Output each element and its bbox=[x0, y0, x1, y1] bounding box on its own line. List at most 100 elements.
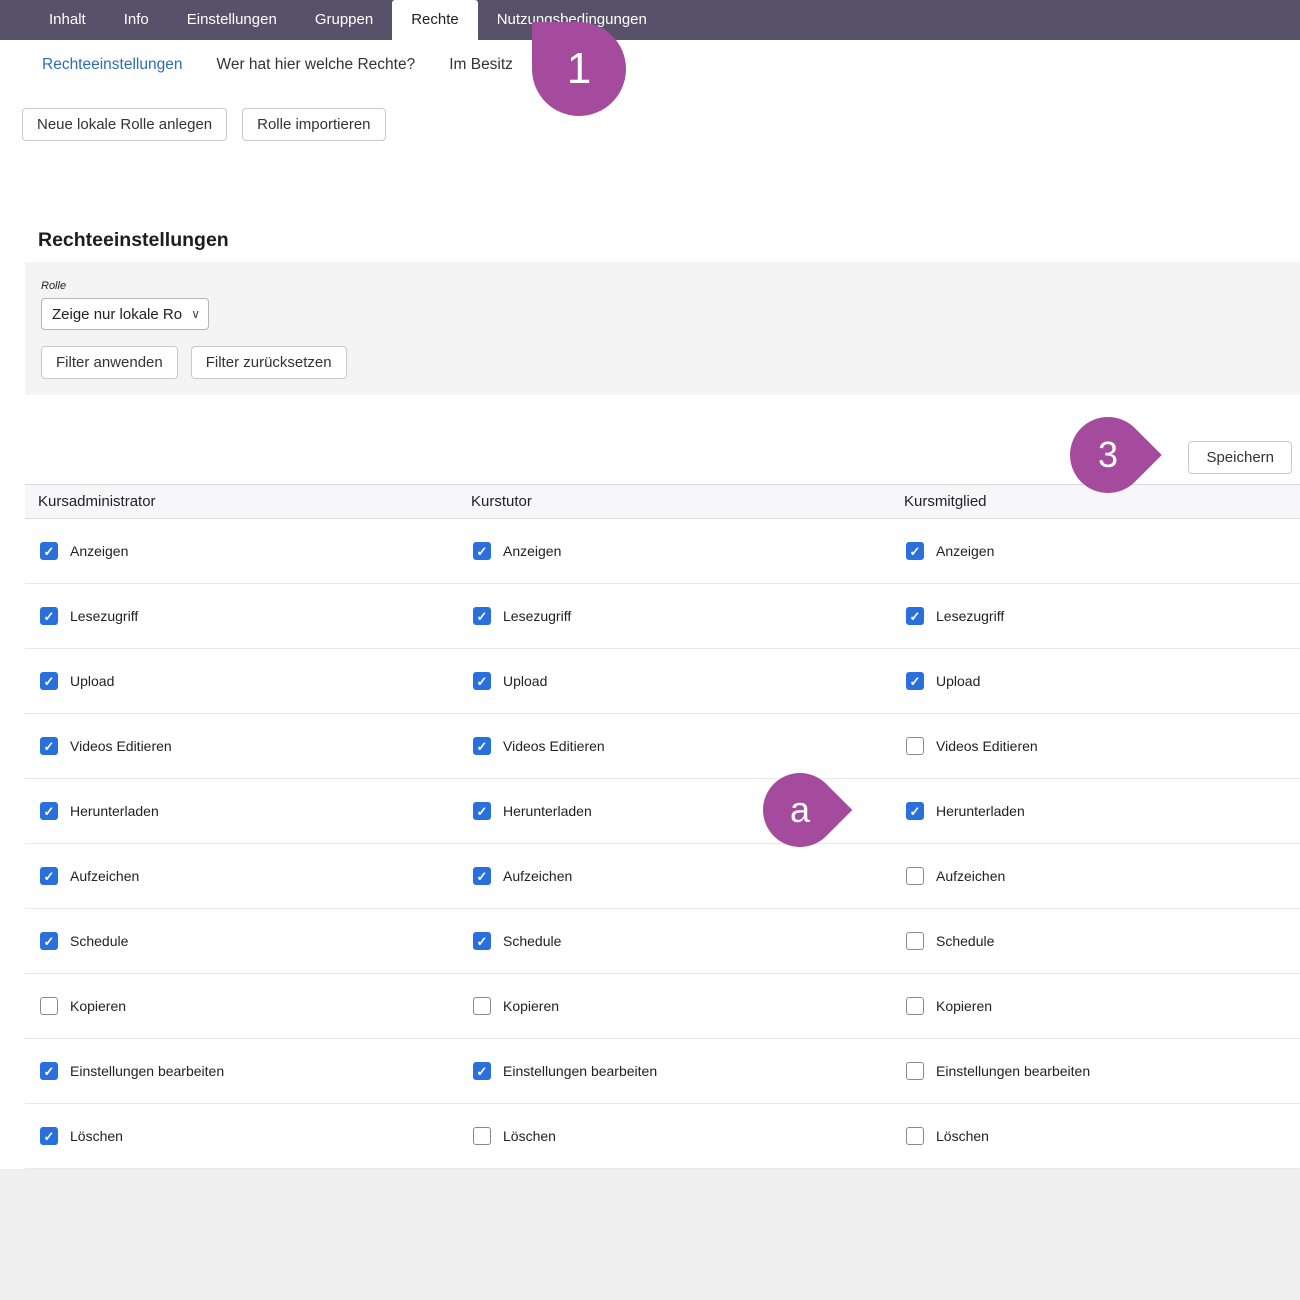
checkbox-einstellungen-bearbeiten-kurstutor[interactable]: ✓ bbox=[473, 1062, 491, 1080]
permission-row-aufzeichen: ✓Aufzeichen✓AufzeichenAufzeichen bbox=[25, 844, 1300, 909]
permission-row-schedule: ✓Schedule✓ScheduleSchedule bbox=[25, 909, 1300, 974]
save-button[interactable]: Speichern bbox=[1188, 441, 1292, 474]
permission-cell: ✓ Upload bbox=[40, 672, 473, 690]
checkbox-videos-editieren-kursmitglied[interactable] bbox=[906, 737, 924, 755]
permission-label: Kopieren bbox=[936, 998, 992, 1014]
permission-cell: ✓ Videos Editieren bbox=[40, 737, 473, 755]
subnav-im-besitz[interactable]: Im Besitz bbox=[449, 56, 513, 80]
permission-cell: ✓Schedule bbox=[473, 932, 906, 950]
tab-inhalt[interactable]: Inhalt bbox=[30, 0, 105, 40]
permission-cell: ✓ Videos Editieren bbox=[473, 737, 906, 755]
permission-row-upload: ✓ Upload ✓ Upload ✓ Upload bbox=[25, 649, 1300, 714]
permission-label: Löschen bbox=[503, 1128, 556, 1144]
checkbox-herunterladen-kurstutor[interactable]: ✓ bbox=[473, 802, 491, 820]
permission-label: Herunterladen bbox=[70, 803, 159, 819]
permission-label: Videos Editieren bbox=[503, 738, 605, 754]
permission-label: Lesezugriff bbox=[503, 608, 571, 624]
permission-cell: Schedule bbox=[906, 932, 1300, 950]
checkbox-schedule-kurstutor[interactable]: ✓ bbox=[473, 932, 491, 950]
checkbox-aufzeichen-kursadministrator[interactable]: ✓ bbox=[40, 867, 58, 885]
annotation-step-1: 1 bbox=[532, 22, 626, 116]
permission-label: Upload bbox=[70, 673, 114, 689]
permission-cell: ✓Lesezugriff bbox=[906, 607, 1300, 625]
permission-label: Anzeigen bbox=[503, 543, 561, 559]
filter-reset-button[interactable]: Filter zurücksetzen bbox=[191, 346, 347, 379]
checkbox-lesezugriff-kursadministrator[interactable]: ✓ bbox=[40, 607, 58, 625]
tab-info[interactable]: Info bbox=[105, 0, 168, 40]
checkbox-anzeigen-kursmitglied[interactable]: ✓ bbox=[906, 542, 924, 560]
permission-cell: ✓Anzeigen bbox=[40, 542, 473, 560]
permission-cell: Einstellungen bearbeiten bbox=[906, 1062, 1300, 1080]
checkbox-kopieren-kursadministrator[interactable] bbox=[40, 997, 58, 1015]
permission-cell: Kopieren bbox=[906, 997, 1300, 1015]
permission-label: Lesezugriff bbox=[70, 608, 138, 624]
tab-rechte[interactable]: Rechte bbox=[392, 0, 478, 40]
checkbox-kopieren-kurstutor[interactable] bbox=[473, 997, 491, 1015]
page-title: Rechteeinstellungen bbox=[38, 229, 1300, 252]
column-header-kursadministrator: Kursadministrator bbox=[38, 493, 471, 510]
checkbox-anzeigen-kurstutor[interactable]: ✓ bbox=[473, 542, 491, 560]
new-local-role-button[interactable]: Neue lokale Rolle anlegen bbox=[22, 108, 227, 141]
checkbox-aufzeichen-kurstutor[interactable]: ✓ bbox=[473, 867, 491, 885]
checkbox-lesezugriff-kurstutor[interactable]: ✓ bbox=[473, 607, 491, 625]
subnav-wer-hat-hier-welche-rechte[interactable]: Wer hat hier welche Rechte? bbox=[216, 56, 415, 80]
checkbox-anzeigen-kursadministrator[interactable]: ✓ bbox=[40, 542, 58, 560]
footer-background bbox=[0, 1169, 1300, 1300]
checkbox-einstellungen-bearbeiten-kursmitglied[interactable] bbox=[906, 1062, 924, 1080]
permission-cell: ✓ Aufzeichen bbox=[40, 867, 473, 885]
permission-label: Löschen bbox=[70, 1128, 123, 1144]
checkbox-herunterladen-kursmitglied[interactable]: ✓ bbox=[906, 802, 924, 820]
permission-cell: ✓Anzeigen bbox=[906, 542, 1300, 560]
chevron-down-icon: ∨ bbox=[191, 307, 200, 321]
checkbox-videos-editieren-kursadministrator[interactable]: ✓ bbox=[40, 737, 58, 755]
permission-label: Aufzeichen bbox=[70, 868, 139, 884]
checkbox-upload-kursadministrator[interactable]: ✓ bbox=[40, 672, 58, 690]
annotation-step-3-label: 3 bbox=[1098, 434, 1118, 476]
annotation-step-1-label: 1 bbox=[567, 44, 591, 94]
filter-apply-button[interactable]: Filter anwenden bbox=[41, 346, 178, 379]
sub-navigation: Rechteeinstellungen Wer hat hier welche R… bbox=[0, 40, 1300, 80]
role-select[interactable]: Zeige nur lokale Ro ∨ bbox=[41, 298, 209, 330]
checkbox-videos-editieren-kurstutor[interactable]: ✓ bbox=[473, 737, 491, 755]
checkbox-löschen-kurstutor[interactable] bbox=[473, 1127, 491, 1145]
permission-cell: Aufzeichen bbox=[906, 867, 1300, 885]
permission-row-löschen: ✓ Löschen Löschen Löschen bbox=[25, 1104, 1300, 1169]
permission-cell: ✓Einstellungen bearbeiten bbox=[473, 1062, 906, 1080]
permission-row-kopieren: KopierenKopierenKopieren bbox=[25, 974, 1300, 1039]
permission-row-videos-editieren: ✓ Videos Editieren ✓ Videos Editieren Videos… bbox=[25, 714, 1300, 779]
top-navigation: InhaltInfoEinstellungenGruppenRechteNutz… bbox=[0, 0, 1300, 40]
tab-einstellungen[interactable]: Einstellungen bbox=[168, 0, 296, 40]
checkbox-schedule-kursmitglied[interactable] bbox=[906, 932, 924, 950]
checkbox-upload-kursmitglied[interactable]: ✓ bbox=[906, 672, 924, 690]
filter-buttons: Filter anwenden Filter zurücksetzen bbox=[41, 346, 1284, 379]
permission-cell: Kopieren bbox=[40, 997, 473, 1015]
checkbox-einstellungen-bearbeiten-kursadministrator[interactable]: ✓ bbox=[40, 1062, 58, 1080]
permission-label: Videos Editieren bbox=[936, 738, 1038, 754]
checkbox-aufzeichen-kursmitglied[interactable] bbox=[906, 867, 924, 885]
checkbox-herunterladen-kursadministrator[interactable]: ✓ bbox=[40, 802, 58, 820]
permission-label: Upload bbox=[936, 673, 980, 689]
page: InhaltInfoEinstellungenGruppenRechteNutz… bbox=[0, 0, 1300, 1300]
permission-label: Videos Editieren bbox=[70, 738, 172, 754]
permission-cell: ✓ Lesezugriff bbox=[40, 607, 473, 625]
checkbox-löschen-kursmitglied[interactable] bbox=[906, 1127, 924, 1145]
role-select-value: Zeige nur lokale Ro bbox=[52, 306, 182, 323]
import-role-button[interactable]: Rolle importieren bbox=[242, 108, 385, 141]
checkbox-löschen-kursadministrator[interactable]: ✓ bbox=[40, 1127, 58, 1145]
column-header-kurstutor: Kurstutor bbox=[471, 493, 904, 510]
permission-cell: ✓Aufzeichen bbox=[473, 867, 906, 885]
permission-cell: Löschen bbox=[473, 1127, 906, 1145]
permission-label: Einstellungen bearbeiten bbox=[936, 1063, 1090, 1079]
role-select-label: Rolle bbox=[41, 280, 1284, 292]
permission-cell: ✓ Upload bbox=[473, 672, 906, 690]
checkbox-upload-kurstutor[interactable]: ✓ bbox=[473, 672, 491, 690]
checkbox-schedule-kursadministrator[interactable]: ✓ bbox=[40, 932, 58, 950]
permission-label: Upload bbox=[503, 673, 547, 689]
checkbox-lesezugriff-kursmitglied[interactable]: ✓ bbox=[906, 607, 924, 625]
column-header-kursmitglied: Kursmitglied bbox=[904, 493, 1300, 510]
permission-cell: Löschen bbox=[906, 1127, 1300, 1145]
tab-gruppen[interactable]: Gruppen bbox=[296, 0, 392, 40]
subnav-rechteeinstellungen[interactable]: Rechteeinstellungen bbox=[42, 56, 182, 80]
checkbox-kopieren-kursmitglied[interactable] bbox=[906, 997, 924, 1015]
permission-cell: ✓ Löschen bbox=[40, 1127, 473, 1145]
